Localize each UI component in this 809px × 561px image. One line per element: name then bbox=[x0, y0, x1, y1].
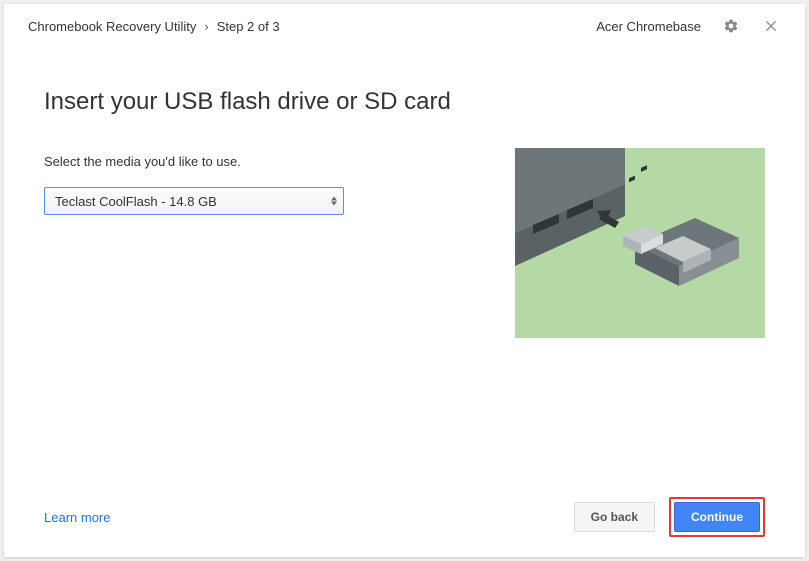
close-icon bbox=[764, 19, 778, 33]
step-indicator: Step 2 of 3 bbox=[217, 19, 280, 34]
left-panel: Insert your USB flash drive or SD card S… bbox=[44, 88, 485, 487]
media-select-wrapper[interactable]: Teclast CoolFlash - 14.8 GB bbox=[44, 187, 344, 215]
device-name: Acer Chromebase bbox=[596, 19, 701, 34]
usb-insert-illustration bbox=[515, 148, 765, 338]
content-area: Insert your USB flash drive or SD card S… bbox=[4, 48, 805, 487]
right-panel bbox=[515, 88, 765, 487]
page-heading: Insert your USB flash drive or SD card bbox=[44, 88, 485, 116]
instruction-text: Select the media you'd like to use. bbox=[44, 154, 485, 169]
continue-highlight: Continue bbox=[669, 497, 765, 537]
app-window: Chromebook Recovery Utility › Step 2 of … bbox=[4, 4, 805, 557]
footer: Learn more Go back Continue bbox=[4, 487, 805, 557]
continue-button[interactable]: Continue bbox=[674, 502, 760, 532]
close-button[interactable] bbox=[757, 12, 785, 40]
settings-button[interactable] bbox=[717, 12, 745, 40]
media-select[interactable]: Teclast CoolFlash - 14.8 GB bbox=[44, 187, 344, 215]
gear-icon bbox=[723, 18, 739, 34]
titlebar: Chromebook Recovery Utility › Step 2 of … bbox=[4, 4, 805, 48]
learn-more-link[interactable]: Learn more bbox=[44, 510, 110, 525]
breadcrumb-separator: › bbox=[204, 19, 208, 34]
app-title: Chromebook Recovery Utility bbox=[28, 19, 196, 34]
usb-illustration-svg bbox=[515, 148, 765, 338]
go-back-button[interactable]: Go back bbox=[574, 502, 655, 532]
